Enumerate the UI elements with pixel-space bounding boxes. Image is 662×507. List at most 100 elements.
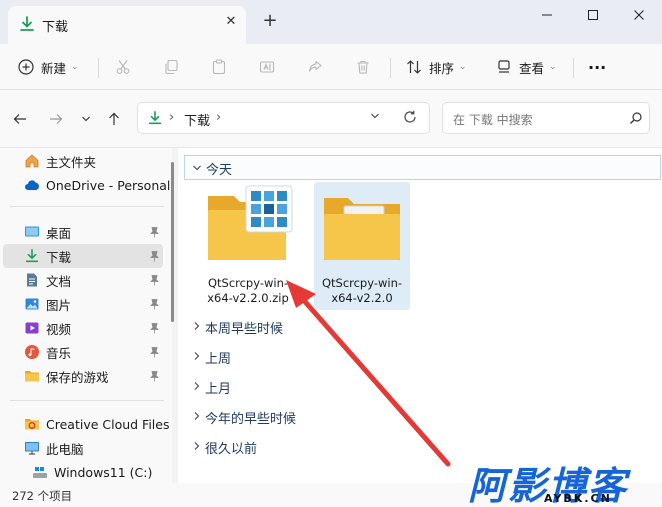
file-name-line: QtScrcpy-win-: [321, 276, 403, 290]
group-label: 今年的早些时候: [205, 412, 297, 427]
chevron-right-icon: [194, 352, 200, 360]
group-header-this-week[interactable]: 本周早些时候: [186, 316, 386, 338]
pin-icon[interactable]: [150, 274, 159, 286]
pin-icon[interactable]: [150, 370, 159, 382]
group-header-earlier-this-year[interactable]: 今年的早些时候: [186, 406, 386, 428]
back-button[interactable]: [8, 107, 32, 131]
drive-icon: [33, 467, 47, 478]
divider: [573, 58, 574, 78]
music-icon: [25, 345, 39, 359]
minimize-icon: [542, 14, 552, 16]
group-header-last-month[interactable]: 上月: [186, 376, 386, 398]
file-list-pane: 今天 QtScrcpy-win- x64-v2.2.0.zip QtScrcpy…: [178, 148, 662, 483]
sidebar-item-label: OneDrive - Personal: [46, 177, 171, 193]
download-icon: [148, 110, 162, 125]
maximize-icon: [588, 10, 598, 20]
creative-cloud-icon: [25, 419, 39, 430]
sidebar-item-label: 此电脑: [46, 441, 84, 457]
group-header-last-week[interactable]: 上周: [186, 346, 386, 368]
pin-icon[interactable]: [150, 250, 159, 262]
close-window-button[interactable]: [616, 0, 662, 30]
rename-button[interactable]: [259, 52, 275, 82]
sidebar-item-label: 文档: [46, 273, 72, 289]
new-tab-button[interactable]: +: [258, 10, 282, 34]
chevron-down-icon: ⌄: [459, 62, 467, 72]
new-button[interactable]: 新建 ⌄: [18, 52, 79, 82]
view-icon: [498, 60, 510, 73]
pin-icon[interactable]: [150, 298, 159, 310]
arrow-left-icon: [13, 114, 26, 124]
download-icon: [25, 248, 39, 263]
file-item-folder[interactable]: QtScrcpy-win- x64-v2.2.0: [314, 182, 410, 310]
rename-icon: [259, 61, 275, 73]
sidebar-item-label: Windows11 (C:): [54, 464, 153, 480]
forward-button[interactable]: [44, 107, 68, 131]
sidebar-item-creative-cloud[interactable]: Creative Cloud Files: [0, 412, 170, 436]
sidebar-item-label: 下载: [46, 249, 72, 265]
file-name-line: x64-v2.2.0: [331, 291, 393, 305]
tab-downloads[interactable]: 下载 ✕: [8, 6, 246, 44]
pin-icon[interactable]: [150, 322, 159, 334]
view-button[interactable]: 查看 ⌄: [496, 52, 557, 82]
pin-icon[interactable]: [150, 226, 159, 238]
group-label: 本周早些时候: [205, 322, 284, 337]
close-icon: [634, 10, 644, 20]
breadcrumb-separator[interactable]: ›: [169, 110, 174, 125]
sidebar-item-music[interactable]: 音乐: [0, 340, 162, 364]
group-header-today[interactable]: 今天: [184, 155, 661, 180]
sidebar-item-label: 音乐: [46, 345, 72, 361]
watermark-logo: 阿影博客 AYBK.CN: [466, 455, 662, 507]
breadcrumb-separator[interactable]: ›: [216, 110, 221, 125]
chevron-down-icon[interactable]: [370, 111, 380, 121]
pin-icon[interactable]: [150, 346, 159, 358]
recent-locations-button[interactable]: [74, 107, 98, 131]
tab-title: 下载: [42, 20, 69, 35]
title-bar: 下载 ✕ +: [0, 0, 662, 44]
up-button[interactable]: [102, 107, 126, 131]
sidebar-item-videos[interactable]: 视频: [0, 316, 162, 340]
search-box[interactable]: 在 下载 中搜索: [442, 102, 650, 134]
sidebar-item-label: 桌面: [46, 225, 72, 241]
sidebar-item-home[interactable]: 主文件夹: [0, 149, 162, 173]
group-label: 上月: [205, 382, 232, 397]
trash-icon: [357, 60, 369, 74]
chevron-down-icon: [82, 116, 90, 122]
minimize-button[interactable]: [524, 0, 570, 30]
share-icon: [308, 60, 322, 72]
cloud-icon: [25, 180, 39, 190]
search-placeholder[interactable]: 在 下载 中搜索: [453, 111, 533, 128]
sidebar-item-downloads[interactable]: 下载: [3, 244, 163, 268]
maximize-button[interactable]: [570, 0, 616, 30]
command-bar: 新建 ⌄ 排序 ⌄ 查看 ⌄ ···: [0, 44, 662, 90]
address-bar[interactable]: › 下载 ›: [137, 102, 430, 134]
sidebar-item-saved-games[interactable]: 保存的游戏: [0, 364, 162, 388]
delete-button[interactable]: [355, 52, 371, 82]
cut-button[interactable]: [115, 52, 131, 82]
sidebar-item-this-pc[interactable]: 此电脑: [0, 436, 162, 460]
breadcrumb-downloads[interactable]: 下载: [184, 110, 210, 129]
sidebar-item-drive-c[interactable]: Windows11 (C:): [0, 460, 162, 484]
navigation-bar: › 下载 › 在 下载 中搜索: [0, 90, 662, 148]
group-label: 很久以前: [205, 442, 258, 457]
sidebar-item-desktop[interactable]: 桌面: [0, 220, 162, 244]
sort-button[interactable]: 排序 ⌄: [406, 52, 467, 82]
sidebar-item-onedrive[interactable]: OneDrive - Personal: [0, 173, 170, 197]
paste-button[interactable]: [211, 52, 227, 82]
plus-circle-icon: [18, 59, 34, 75]
group-header-long-ago[interactable]: 很久以前: [186, 436, 386, 458]
sidebar-item-documents[interactable]: 文档: [0, 268, 162, 292]
zip-folder-icon: [208, 185, 293, 260]
file-name: QtScrcpy-win- x64-v2.2.0: [314, 276, 410, 306]
new-label: 新建: [41, 60, 67, 76]
divider: [10, 400, 164, 401]
sidebar-item-pictures[interactable]: 图片: [0, 292, 162, 316]
copy-button[interactable]: [163, 52, 179, 82]
sidebar-scrollbar[interactable]: [171, 162, 174, 322]
more-options-button[interactable]: ···: [588, 52, 606, 82]
sort-label: 排序: [429, 60, 455, 76]
chevron-down-icon: ⌄: [549, 62, 557, 72]
share-button[interactable]: [307, 52, 323, 82]
refresh-icon[interactable]: [402, 109, 418, 125]
file-item-zip[interactable]: QtScrcpy-win- x64-v2.2.0.zip: [200, 182, 296, 310]
tab-close-button[interactable]: ✕: [222, 13, 240, 31]
